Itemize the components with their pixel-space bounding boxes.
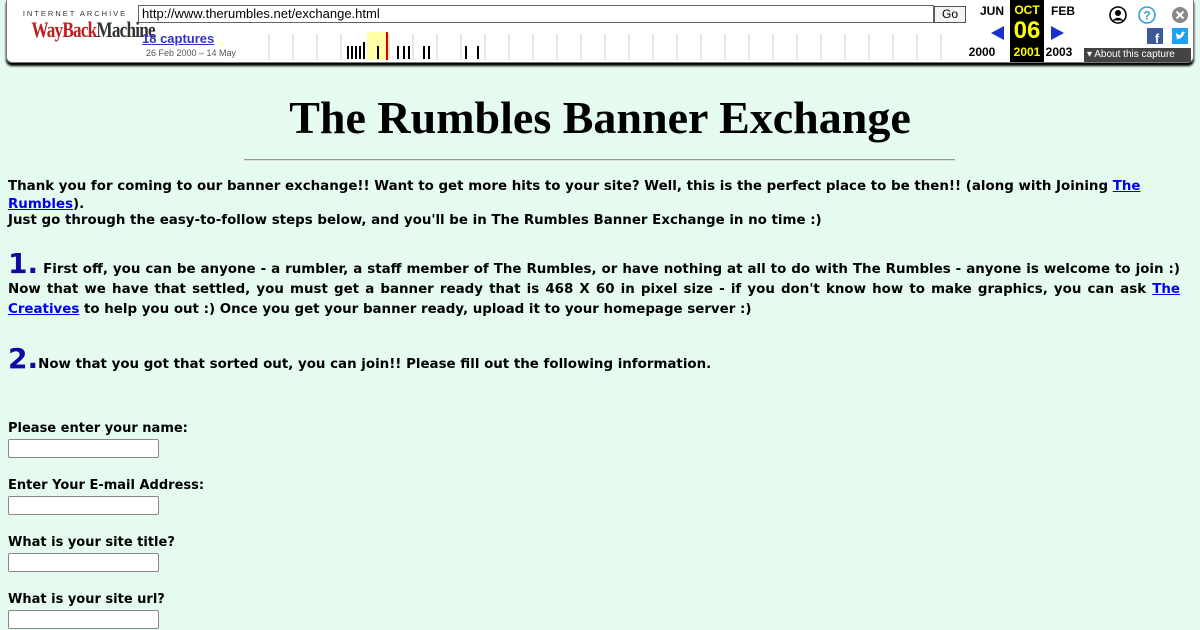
email-input[interactable] [8, 496, 159, 515]
name-label: Please enter your name: [8, 421, 188, 436]
next-year-label[interactable]: 2003 [1039, 45, 1079, 59]
next-arrow-icon[interactable] [1050, 25, 1066, 41]
help-icon[interactable]: ? [1138, 6, 1156, 24]
page-title: The Rumbles Banner Exchange [289, 92, 911, 143]
prev-month-label[interactable]: JUN [975, 4, 1009, 18]
title-divider [244, 159, 955, 161]
site-url-label: What is your site url? [8, 592, 165, 607]
site-url-input[interactable] [8, 610, 159, 629]
sparkline-current-capture [386, 32, 388, 60]
twitter-icon[interactable] [1172, 28, 1188, 44]
name-input[interactable] [8, 439, 159, 458]
close-icon[interactable] [1171, 6, 1189, 24]
current-month-label: OCT [1014, 3, 1040, 17]
site-title-input[interactable] [8, 553, 159, 572]
prev-year-label[interactable]: 2000 [962, 45, 1002, 59]
capture-sparkline[interactable] [245, 32, 967, 60]
url-input[interactable]: http://www.therumbles.net/exchange.html [138, 5, 934, 23]
capture-date-range: 26 Feb 2000 – 14 May [146, 48, 237, 58]
instructions-paragraph: Just go through the easy-to-follow steps… [8, 213, 822, 228]
next-month-label[interactable]: FEB [1046, 4, 1080, 18]
email-label: Enter Your E-mail Address: [8, 478, 205, 493]
site-title-label: What is your site title? [8, 535, 175, 550]
svg-text:?: ? [1143, 9, 1150, 23]
user-icon[interactable] [1109, 6, 1127, 24]
current-day-label: 06 [1013, 17, 1041, 44]
facebook-icon[interactable]: f [1147, 28, 1163, 44]
wayback-logo[interactable]: INTERNET ARCHIVE WayBackMachine [19, 9, 156, 42]
intro-paragraph: Thank you for coming to our banner excha… [8, 179, 1141, 212]
step-1-number: 1. [8, 247, 39, 280]
logo-wayback-machine: WayBackMachine [31, 17, 155, 42]
prev-arrow-icon[interactable] [989, 25, 1005, 41]
step-2-number: 2. [8, 342, 39, 375]
wayback-toolbar: INTERNET ARCHIVE WayBackMachine http://w… [6, 0, 1194, 63]
step-1-paragraph: 1. First off, you can be anyone - a rumb… [8, 247, 1180, 318]
step-2-paragraph: 2.Now that you got that sorted out, you … [8, 342, 712, 375]
svg-text:f: f [1155, 31, 1160, 44]
captures-link[interactable]: 18 captures [142, 31, 214, 46]
about-capture-button[interactable]: ▾ About this capture [1084, 48, 1191, 62]
go-button[interactable]: Go [934, 6, 966, 23]
